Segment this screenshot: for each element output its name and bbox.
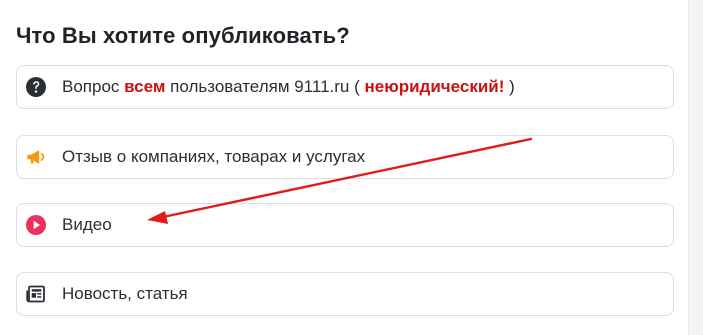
play-circle-icon [26, 215, 46, 235]
option-question-highlight: всем [124, 77, 166, 96]
option-review[interactable]: Отзыв о компаниях, товарах и услугах [16, 135, 674, 179]
newspaper-icon [26, 284, 46, 304]
publish-options-page: Что Вы хотите опубликовать? Вопрос всем … [0, 0, 703, 335]
option-question-prefix: Вопрос [62, 77, 125, 96]
option-question-middle: пользователям 9111.ru ( [165, 77, 365, 96]
option-question[interactable]: Вопрос всем пользователям 9111.ru ( неюр… [16, 65, 674, 109]
scrollbar-track[interactable] [688, 0, 703, 335]
page-title: Что Вы хотите опубликовать? [16, 23, 350, 48]
question-circle-icon [26, 77, 46, 97]
option-review-label: Отзыв о компаниях, товарах и услугах [62, 147, 366, 166]
options-list: Вопрос всем пользователям 9111.ru ( неюр… [16, 65, 674, 320]
option-news-label: Новость, статья [62, 284, 188, 303]
option-question-highlight2: неюридический! [364, 77, 505, 96]
option-question-label: Вопрос всем пользователям 9111.ru ( неюр… [62, 77, 515, 97]
megaphone-icon [26, 147, 46, 167]
option-news[interactable]: Новость, статья [16, 272, 674, 316]
option-question-suffix: ) [504, 77, 515, 96]
option-video-label: Видео [62, 215, 112, 234]
option-video[interactable]: Видео [16, 203, 674, 247]
